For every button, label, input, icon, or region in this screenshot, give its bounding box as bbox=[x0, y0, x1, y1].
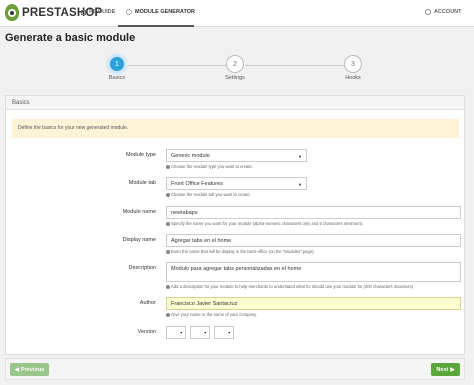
version-patch-select[interactable]: ▼ bbox=[214, 326, 234, 339]
step-1-circle[interactable]: 1 bbox=[108, 55, 126, 73]
module-type-help-text: Choose the module type you want to creat… bbox=[171, 164, 253, 169]
display-name-help: Enter the name that will be display in t… bbox=[166, 249, 315, 254]
module-name-help: Specify the name you want for your modul… bbox=[166, 221, 363, 226]
info-icon bbox=[166, 164, 170, 169]
nav-account[interactable]: ACCOUNT bbox=[425, 9, 462, 15]
user-icon bbox=[425, 9, 431, 15]
basics-panel: Basics Define the basics for your new ge… bbox=[5, 95, 465, 355]
nav-ps-guide[interactable]: PS GUIDE bbox=[81, 9, 115, 15]
step-1-label: Basics bbox=[108, 75, 126, 81]
info-icon bbox=[166, 221, 170, 226]
info-alert: Define the basics for your new generated… bbox=[12, 119, 459, 138]
author-input[interactable]: Francisco Javier Santacruz bbox=[166, 297, 461, 310]
arrow-left-icon: ◀ bbox=[14, 366, 19, 373]
step-connector bbox=[127, 65, 226, 66]
panel-footer: ◀ Previous Next ▶ bbox=[5, 358, 465, 380]
nav-ps-guide-label: PS GUIDE bbox=[89, 9, 116, 15]
step-connector bbox=[245, 65, 344, 66]
step-3-circle[interactable]: 3 bbox=[344, 55, 362, 73]
module-type-label: Module type bbox=[126, 152, 156, 158]
author-help-text: Give your name or the name of your compa… bbox=[171, 312, 258, 317]
module-tab-help: Choose the module tab you want to create… bbox=[166, 192, 251, 197]
book-icon bbox=[81, 9, 86, 15]
version-minor-select[interactable]: ▼ bbox=[190, 326, 210, 339]
module-type-select[interactable]: Generic module ▼ bbox=[166, 149, 307, 162]
caret-down-icon: ▼ bbox=[203, 331, 207, 335]
module-type-value: Generic module bbox=[171, 153, 210, 159]
description-label: Description bbox=[128, 265, 156, 271]
active-tab-indicator bbox=[118, 25, 194, 27]
wizard-steps: 1 Basics 2 Settings 3 Hooks bbox=[0, 55, 474, 85]
caret-down-icon: ▼ bbox=[298, 154, 302, 159]
module-tab-value: Front Office Features bbox=[171, 181, 223, 187]
nav-account-label: ACCOUNT bbox=[434, 9, 462, 15]
next-label: Next bbox=[436, 366, 449, 373]
description-textarea[interactable]: Modulo para agregar tabs personalizadas … bbox=[166, 262, 461, 282]
nav-module-generator-label: MODULE GENERATOR bbox=[135, 9, 195, 15]
page-title: Generate a basic module bbox=[5, 32, 136, 44]
module-tab-select[interactable]: Front Office Features ▼ bbox=[166, 177, 307, 190]
module-name-input[interactable]: newtabaps bbox=[166, 206, 461, 219]
module-type-help: Choose the module type you want to creat… bbox=[166, 164, 253, 169]
step-2-label: Settings bbox=[225, 75, 245, 81]
next-button[interactable]: Next ▶ bbox=[431, 363, 460, 376]
step-2-circle[interactable]: 2 bbox=[226, 55, 244, 73]
puffin-icon bbox=[5, 4, 19, 21]
author-help: Give your name or the name of your compa… bbox=[166, 312, 257, 317]
display-name-help-text: Enter the name that will be display in t… bbox=[171, 249, 315, 254]
gear-icon bbox=[126, 9, 132, 15]
module-tab-label: Module tab bbox=[128, 180, 156, 186]
version-label: Version bbox=[137, 329, 156, 335]
info-icon bbox=[166, 192, 170, 197]
version-major-select[interactable]: ▼ bbox=[166, 326, 186, 339]
info-icon bbox=[166, 312, 170, 317]
caret-down-icon: ▼ bbox=[298, 182, 302, 187]
info-icon bbox=[166, 284, 170, 289]
display-name-input[interactable]: Agregar tabs en el home bbox=[166, 234, 461, 247]
display-name-label: Display name bbox=[122, 237, 156, 243]
arrow-right-icon: ▶ bbox=[450, 366, 455, 373]
step-3-label: Hooks bbox=[345, 75, 361, 81]
module-tab-help-text: Choose the module tab you want to create… bbox=[171, 192, 251, 197]
caret-down-icon: ▼ bbox=[179, 331, 183, 335]
info-icon bbox=[166, 249, 170, 254]
module-name-help-text: Specify the name you want for your modul… bbox=[171, 221, 364, 226]
version-selects: ▼ ▼ ▼ bbox=[166, 326, 238, 339]
module-name-label: Module name bbox=[122, 209, 156, 215]
previous-label: Previous bbox=[21, 366, 45, 373]
description-help: Add a description for your module to hel… bbox=[166, 284, 414, 289]
author-label: Author bbox=[139, 300, 156, 306]
panel-heading: Basics bbox=[6, 96, 464, 110]
caret-down-icon: ▼ bbox=[227, 331, 231, 335]
previous-button[interactable]: ◀ Previous bbox=[10, 363, 49, 376]
description-help-text: Add a description for your module to hel… bbox=[171, 284, 415, 289]
nav-module-generator[interactable]: MODULE GENERATOR bbox=[126, 9, 195, 15]
top-navbar: PRESTASHOP PS GUIDE MODULE GENERATOR ACC… bbox=[0, 0, 474, 27]
